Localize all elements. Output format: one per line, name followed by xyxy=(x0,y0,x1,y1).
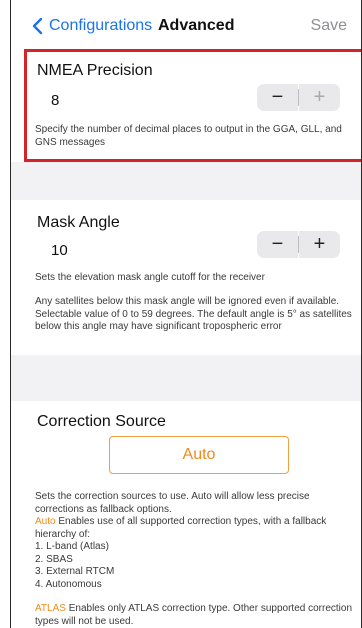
correction-source-title: Correction Source xyxy=(37,413,166,430)
nmea-precision-stepper: − + xyxy=(257,84,340,111)
section-spacer xyxy=(11,355,361,401)
mask-increment-button[interactable]: + xyxy=(299,231,340,258)
nmea-precision-description: Specify the number of decimal places to … xyxy=(35,124,342,148)
back-button-label: Configurations xyxy=(49,17,153,34)
nmea-precision-title: NMEA Precision xyxy=(37,62,153,79)
nmea-increment-button[interactable]: + xyxy=(299,84,340,111)
atlas-option-text: Enables only ATLAS correction type. Othe… xyxy=(35,603,353,627)
section-spacer xyxy=(11,162,361,200)
list-item: 4. Autonomous xyxy=(35,578,102,590)
correction-source-description: Sets the correction sources to use. Auto… xyxy=(35,491,355,628)
nmea-decrement-button[interactable]: − xyxy=(257,84,298,111)
app-screen: Configurations Advanced Save NMEA Precis… xyxy=(10,0,362,628)
list-item: 1. L-band (Atlas) xyxy=(35,541,109,552)
nmea-precision-section: NMEA Precision 8 − + Specify the number … xyxy=(11,50,361,162)
page-title: Advanced xyxy=(158,17,235,34)
save-button[interactable]: Save xyxy=(311,17,347,35)
atlas-keyword: ATLAS xyxy=(35,603,66,614)
atlas-option-description: ATLAS Enables only ATLAS correction type… xyxy=(35,603,355,628)
mask-angle-description: Sets the elevation mask angle cutoff for… xyxy=(35,272,265,283)
mask-decrement-button[interactable]: − xyxy=(257,231,298,258)
auto-option-text: Enables use of all supported correction … xyxy=(35,516,327,540)
auto-option-description: Auto Enables use of all supported correc… xyxy=(35,516,355,541)
list-item: 2. SBAS xyxy=(35,553,73,565)
nmea-precision-value: 8 xyxy=(51,92,60,109)
list-item: 3. External RTCM xyxy=(35,566,115,577)
mask-angle-value: 10 xyxy=(51,242,68,259)
mask-angle-note: Any satellites below this mask angle wil… xyxy=(35,296,352,332)
mask-angle-section: Mask Angle 10 − + Sets the elevation mas… xyxy=(11,200,361,355)
fallback-list: 1. L-band (Atlas) 2. SBAS 3. External RT… xyxy=(35,541,355,591)
correction-source-intro: Sets the correction sources to use. Auto… xyxy=(35,491,310,515)
auto-keyword: Auto xyxy=(35,516,56,527)
chevron-left-icon xyxy=(32,17,43,35)
navigation-bar: Configurations Advanced Save xyxy=(11,0,361,50)
back-button[interactable]: Configurations xyxy=(29,16,152,36)
correction-source-auto-button[interactable]: Auto xyxy=(109,436,289,474)
mask-angle-stepper: − + xyxy=(257,231,340,258)
mask-angle-title: Mask Angle xyxy=(37,214,120,231)
